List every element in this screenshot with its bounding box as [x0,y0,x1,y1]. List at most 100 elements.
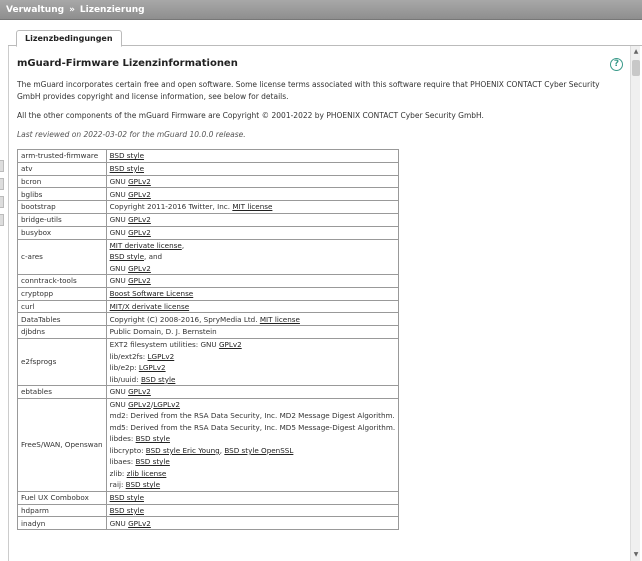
license-link[interactable]: LGPLv2 [148,352,175,361]
license-cell: MIT derivate license, BSD style, and GNU G… [105,238,400,276]
vertical-scrollbar[interactable]: ▲ ▼ [630,46,640,561]
license-link[interactable]: MIT license [232,202,272,211]
license-text: lib/e2p: [109,363,139,373]
license-link[interactable]: GPLv2 [128,190,151,199]
license-cell: BSD style [105,149,400,163]
license-line: libcrypto: BSD style Eric Young, BSD sty… [110,445,396,457]
license-link[interactable]: LGPLv2 [153,400,180,409]
component-name: atv [17,161,107,176]
component-name: curl [17,299,107,314]
license-link[interactable]: GPLv2 [128,177,151,186]
table-row: inadyn GNU GPLv2 [17,516,400,531]
table-row: hdparm BSD style [17,503,400,518]
license-link[interactable]: MIT license [260,315,300,324]
content-panel: mGuard-Firmware Lizenzinformationen ? Th… [8,46,630,561]
table-row: cryptopp Boost Software License [17,286,400,301]
component-name: e2fsprogs [17,338,107,387]
license-link[interactable]: BSD style [110,493,144,502]
page-title: mGuard-Firmware Lizenzinformationen [17,58,238,69]
license-link[interactable]: GPLv2 [128,228,151,237]
license-cell: BSD style [105,503,400,518]
license-line: zlib: zlib license [110,468,396,480]
license-cell: Public Domain, D. J. Bernstein [105,325,400,340]
license-text: md2: Derived from the RSA Data Security,… [109,411,395,421]
component-name: bridge-utils [17,212,107,227]
breadcrumb-separator: » [69,5,75,15]
scroll-up-arrow-icon[interactable]: ▲ [632,48,640,56]
component-name: c-ares [17,238,107,276]
table-row: bootstrap Copyright 2011-2016 Twitter, In… [17,200,400,214]
breadcrumb-item-lizenzierung[interactable]: Lizenzierung [80,5,145,15]
license-link[interactable]: GPLv2 [128,519,151,528]
table-row: c-ares MIT derivate license, BSD style, an… [17,238,400,276]
license-line: GNU GPLv2 [110,189,396,201]
license-text: , and [144,252,163,262]
license-link[interactable]: Boost Software License [110,289,194,298]
license-link[interactable]: BSD style [110,151,144,160]
license-cell: GNU GPLv2 [105,274,400,288]
license-cell: GNU GPLv2 [105,516,400,531]
left-handle[interactable] [0,196,4,208]
license-cell: GNU GPLv2 [105,385,400,399]
license-text: lib/ext2fs: [109,351,148,361]
table-row: Fuel UX Combobox BSD style [17,490,400,505]
license-link[interactable]: BSD style [136,434,170,443]
component-name: cryptopp [17,286,107,301]
license-link[interactable]: BSD style [141,375,175,384]
left-handle[interactable] [0,214,4,226]
license-line: libaes: BSD style [110,456,396,468]
table-row: busybox GNU GPLv2 [17,225,400,240]
left-handle[interactable] [0,160,4,172]
table-row: curl MIT/X derivate license [17,299,400,314]
license-link[interactable]: MIT/X derivate license [110,302,190,311]
license-table: arm-trusted-firmware BSD style atv BSD styl… [17,149,400,531]
license-text: GNU [109,263,129,273]
copyright-text: All the other components of the mGuard F… [17,111,484,120]
license-link[interactable]: BSD style Eric Young [146,446,220,455]
component-name: FreeS/WAN, Openswan [17,397,107,492]
license-link[interactable]: GPLv2 [128,400,151,409]
license-line: md5: Derived from the RSA Data Security,… [110,422,396,434]
license-link[interactable]: GPLv2 [128,215,151,224]
license-cell: Copyright 2011-2016 Twitter, Inc. MIT li… [105,200,400,214]
tab-lizenzbedingungen[interactable]: Lizenzbedingungen [16,30,122,47]
license-link[interactable]: BSD style [110,252,144,261]
table-row: bglibs GNU GPLv2 [17,187,400,202]
license-line: GNU GPLv2 [110,275,396,287]
license-text: Public Domain, D. J. Bernstein [109,327,217,337]
left-handle[interactable] [0,178,4,190]
license-link[interactable]: GPLv2 [128,276,151,285]
license-link[interactable]: BSD style [110,164,144,173]
license-link[interactable]: zlib license [127,469,167,478]
component-name: arm-trusted-firmware [17,149,107,163]
table-row: conntrack-tools GNU GPLv2 [17,274,400,288]
scroll-down-arrow-icon[interactable]: ▼ [632,551,640,559]
license-link[interactable]: MIT derivate license [110,241,182,250]
license-link[interactable]: LGPLv2 [139,363,166,372]
table-row: FreeS/WAN, Openswan GNU GPLv2/LGPLv2 md2: … [17,397,400,492]
left-edge-handles [0,160,5,250]
license-text: GNU [109,518,129,528]
help-icon[interactable]: ? [610,58,623,71]
license-link[interactable]: BSD style [126,480,160,489]
breadcrumb-item-verwaltung[interactable]: Verwaltung [6,5,64,15]
license-text: md5: Derived from the RSA Data Security,… [109,422,396,432]
license-link[interactable]: GPLv2 [219,340,242,349]
table-row: e2fsprogs EXT2 filesystem utilities: GNU … [17,338,400,387]
license-link[interactable]: BSD style [135,457,169,466]
license-line: MIT derivate license, [110,240,396,252]
license-line: BSD style [110,150,396,162]
license-line: GNU GPLv2 [110,176,396,188]
license-link[interactable]: GPLv2 [128,264,151,273]
license-link[interactable]: GPLv2 [128,387,151,396]
license-line: EXT2 filesystem utilities: GNU GPLv2 [110,339,396,351]
license-text: raij: [109,480,126,490]
license-link[interactable]: BSD style [110,506,144,515]
table-row: arm-trusted-firmware BSD style [17,149,400,163]
license-line: Copyright (C) 2008-2016, SpryMedia Ltd. … [110,314,396,326]
scrollbar-thumb[interactable] [632,60,640,76]
license-link[interactable]: BSD style OpenSSL [224,446,293,455]
license-line: BSD style [110,505,396,517]
table-row: djbdns Public Domain, D. J. Bernstein [17,325,400,340]
license-cell: EXT2 filesystem utilities: GNU GPLv2 lib/… [105,338,400,387]
